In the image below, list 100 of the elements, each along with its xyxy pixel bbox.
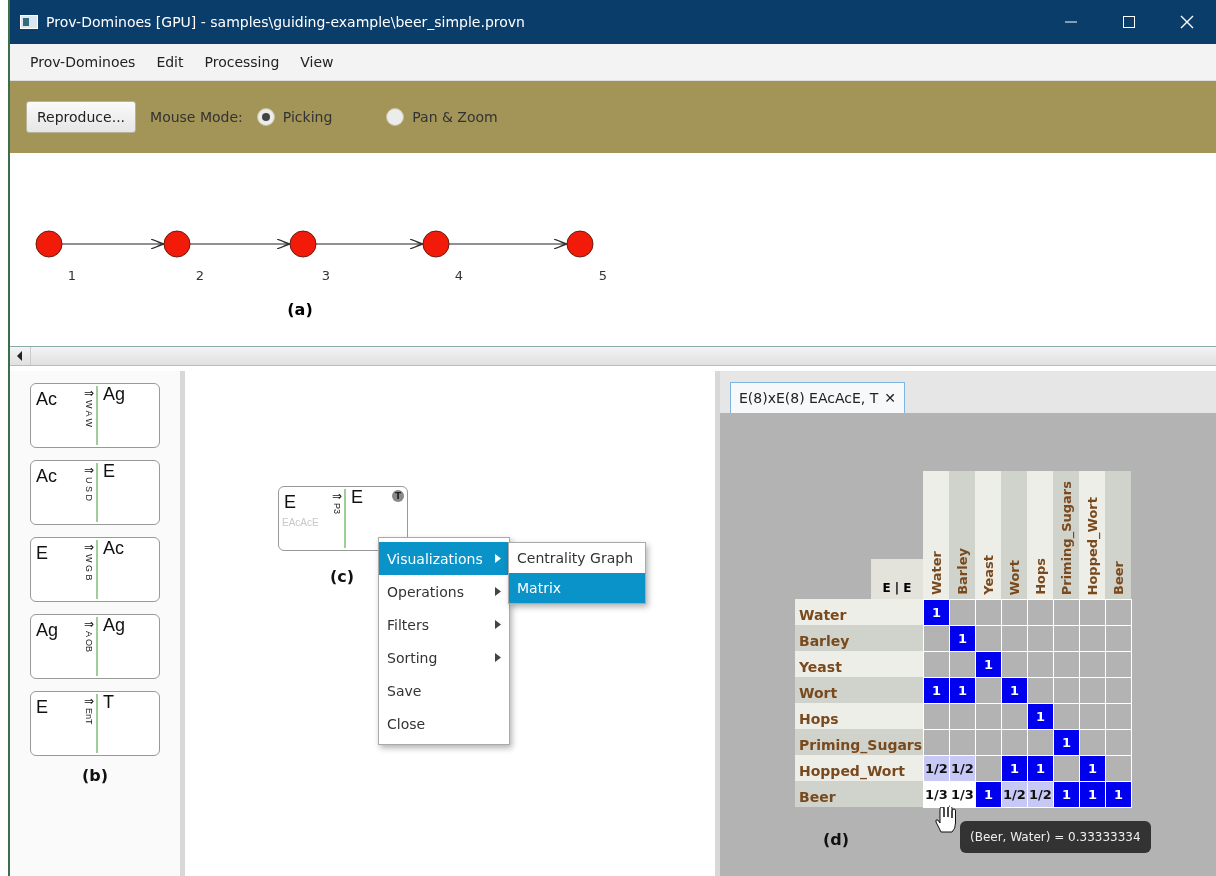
matrix-cell[interactable]: 1 xyxy=(976,652,1001,677)
radio-button[interactable] xyxy=(256,108,275,126)
figure-caption: (a) xyxy=(287,300,313,319)
column-header: Wort xyxy=(1001,471,1027,599)
radio-label[interactable]: Pan & Zoom xyxy=(412,109,498,125)
domino-label: Ac xyxy=(35,465,58,487)
matrix-cell[interactable]: 1 xyxy=(950,678,975,703)
node-label: 5 xyxy=(598,268,608,283)
menu-item[interactable]: Filters xyxy=(379,608,509,641)
column-header: Yeast xyxy=(975,471,1001,599)
row-header: Yeast xyxy=(795,651,923,677)
graph-node[interactable] xyxy=(289,230,317,258)
node-label: 4 xyxy=(454,268,464,283)
arrow-symbol: ⇒ xyxy=(83,694,95,708)
row-header: Wort xyxy=(795,677,923,703)
node-label: 2 xyxy=(195,268,205,283)
close-icon xyxy=(1180,15,1194,29)
menu-item[interactable]: Operations xyxy=(379,575,509,608)
figure-caption: (d) xyxy=(823,830,850,849)
relation-label: U S D xyxy=(84,477,94,501)
matrix-cell[interactable]: 1/2 xyxy=(1028,782,1053,807)
domino-label: Ag xyxy=(102,383,126,404)
matrix-cell[interactable]: 1 xyxy=(1080,756,1105,781)
radio-button[interactable] xyxy=(386,108,405,126)
domino-label: Ac xyxy=(102,537,124,558)
tab[interactable]: E(8)xE(8) EAcAcE, T ✕ xyxy=(730,382,906,413)
row-header: Beer xyxy=(795,781,923,807)
corner-header: E | E xyxy=(871,559,923,599)
row-header: Priming_Sugars xyxy=(795,729,923,755)
relation-label: A OB xyxy=(84,631,94,652)
column-header: Beer xyxy=(1105,471,1131,599)
left-arrow-icon xyxy=(16,351,24,361)
matrix-cell[interactable]: 1 xyxy=(1080,782,1105,807)
arrow-symbol: ⇒ xyxy=(83,386,95,400)
domino-label: Ag xyxy=(35,619,60,641)
menu-item[interactable]: Processing xyxy=(196,54,293,70)
matrix-cell[interactable]: 1 xyxy=(924,678,949,703)
matrix-cell[interactable]: 1 xyxy=(1002,678,1027,703)
matrix-cell[interactable]: 1/2 xyxy=(950,756,975,781)
domino-label: T xyxy=(102,691,114,712)
reproduce-button[interactable]: Reproduce... xyxy=(26,101,137,133)
matrix-cell[interactable]: 1 xyxy=(1002,756,1027,781)
matrix-cell[interactable]: 1 xyxy=(924,600,949,625)
tooltip: (Beer, Water) = 0.33333334 xyxy=(960,821,1151,853)
relation-label: W A W xyxy=(84,400,94,427)
domino-label: Ac xyxy=(35,388,58,410)
node-label: 3 xyxy=(321,268,331,283)
mouse-mode-label: Mouse Mode: xyxy=(150,109,243,125)
arrow-symbol: ⇒ xyxy=(83,617,95,631)
column-header: Priming_Sugars xyxy=(1053,471,1079,599)
submenu-arrow-icon xyxy=(495,653,501,662)
arrow-symbol: ⇒ xyxy=(331,489,343,503)
relation-label: W G B xyxy=(84,554,94,581)
domino-label: E xyxy=(283,491,297,513)
arrow-symbol: ⇒ xyxy=(83,463,95,477)
row-header: Water xyxy=(795,599,923,625)
matrix-cell[interactable]: 1/2 xyxy=(924,756,949,781)
domino-label: E xyxy=(35,696,49,718)
matrix-cell[interactable]: 1/3 xyxy=(924,782,949,807)
matrix-cell[interactable]: 1 xyxy=(1054,730,1079,755)
relation-label: P3 xyxy=(332,503,342,514)
menu-item[interactable]: Sorting xyxy=(379,641,509,674)
submenu-arrow-icon xyxy=(495,587,501,596)
scrollbar[interactable] xyxy=(10,346,1216,366)
menu-item[interactable]: Edit xyxy=(148,54,197,70)
matrix-cell[interactable]: 1 xyxy=(1028,704,1053,729)
matrix-cell[interactable]: 1 xyxy=(1028,756,1053,781)
matrix-cell[interactable]: 1 xyxy=(1106,782,1131,807)
matrix-cell[interactable]: 1 xyxy=(1054,782,1079,807)
graph-node[interactable] xyxy=(35,230,63,258)
menu-item[interactable]: Prov-Dominoes xyxy=(22,54,149,70)
app-icon xyxy=(20,15,38,29)
domino-label: E xyxy=(350,486,363,507)
graph-node[interactable] xyxy=(163,230,191,258)
close-tab-button[interactable]: ✕ xyxy=(884,390,897,406)
hand-cursor-icon xyxy=(934,805,956,833)
row-header: Hopped_Wort xyxy=(795,755,923,781)
submenu-arrow-icon xyxy=(495,554,501,563)
column-header: Barley xyxy=(949,471,975,599)
row-header: Barley xyxy=(795,625,923,651)
matrix-cell[interactable]: 1 xyxy=(950,626,975,651)
menu-item[interactable]: Close xyxy=(379,707,509,740)
menu-item[interactable]: View xyxy=(292,54,347,70)
radio-label[interactable]: Picking xyxy=(282,109,333,125)
figure-caption: (b) xyxy=(81,766,109,785)
badge: T xyxy=(392,490,404,502)
graph-node[interactable] xyxy=(422,230,450,258)
menu-item[interactable]: Centrality Graph xyxy=(509,543,645,573)
row-header: Hops xyxy=(795,703,923,729)
column-header: Water xyxy=(923,471,949,599)
matrix-cell[interactable]: 1/2 xyxy=(1002,782,1027,807)
node-label: 1 xyxy=(67,268,77,283)
domino-label: E xyxy=(102,460,115,481)
menu-item[interactable]: Save xyxy=(379,674,509,707)
domino-label: E xyxy=(35,542,49,564)
arrow-symbol: ⇒ xyxy=(83,540,95,554)
matrix-cell[interactable]: 1/3 xyxy=(950,782,975,807)
maximize-icon xyxy=(1123,16,1135,28)
graph-node[interactable] xyxy=(566,230,594,258)
matrix-cell[interactable]: 1 xyxy=(976,782,1001,807)
